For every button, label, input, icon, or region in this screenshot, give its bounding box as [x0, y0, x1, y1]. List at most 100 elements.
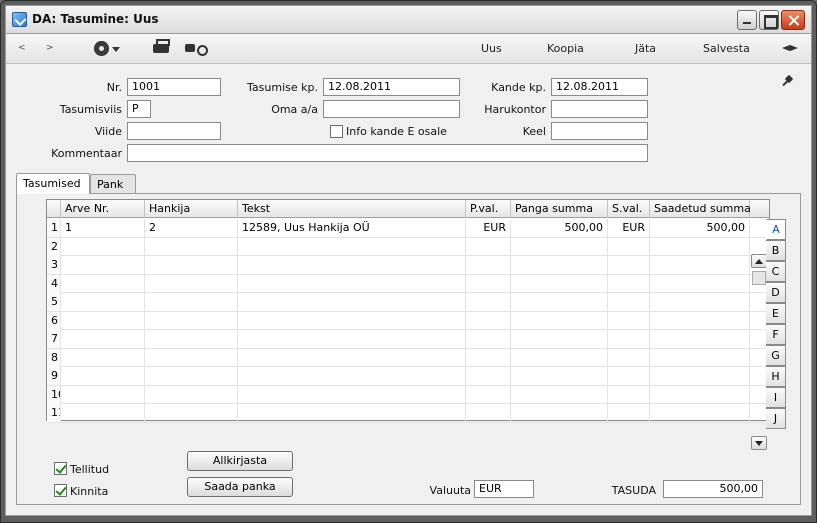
letter-tab-j[interactable]: J — [766, 408, 786, 429]
table-cell[interactable] — [238, 404, 466, 422]
table-cell[interactable] — [650, 237, 750, 256]
table-cell[interactable] — [608, 311, 650, 330]
column-header[interactable]: S.val. — [608, 200, 650, 218]
table-cell[interactable] — [238, 237, 466, 256]
viide-field[interactable] — [127, 122, 221, 140]
harukontor-field[interactable] — [551, 100, 648, 118]
table-cell[interactable] — [61, 330, 145, 348]
table-cell[interactable] — [511, 293, 608, 311]
table-cell[interactable] — [511, 367, 608, 385]
table-cell[interactable]: 2 — [145, 219, 238, 237]
table-cell[interactable] — [466, 256, 511, 274]
table-cell[interactable] — [61, 311, 145, 330]
table-row[interactable]: 6 — [47, 311, 769, 330]
table-cell[interactable] — [61, 274, 145, 293]
table-cell[interactable] — [145, 311, 238, 330]
table-cell[interactable] — [61, 293, 145, 311]
table-cell[interactable] — [608, 367, 650, 385]
close-button[interactable] — [781, 10, 805, 30]
table-cell[interactable] — [608, 348, 650, 367]
print-icon[interactable] — [153, 39, 170, 53]
table-cell[interactable] — [61, 404, 145, 422]
tab-tasumised[interactable]: Tasumised — [16, 173, 90, 194]
tasumise-kp-field[interactable]: 12.08.2011 — [323, 78, 460, 96]
scroll-up-button[interactable] — [751, 254, 767, 268]
table-cell[interactable] — [650, 330, 750, 348]
table-cell[interactable] — [650, 367, 750, 385]
table-cell[interactable] — [145, 404, 238, 422]
letter-tab-f[interactable]: F — [766, 324, 786, 345]
table-cell[interactable] — [511, 404, 608, 422]
column-header[interactable]: P.val. — [466, 200, 511, 218]
table-cell[interactable] — [145, 237, 238, 256]
table-cell[interactable] — [466, 311, 511, 330]
table-row[interactable]: 4 — [47, 274, 769, 293]
valuuta-field[interactable]: EUR — [474, 480, 534, 498]
jata-button[interactable]: Jäta — [635, 42, 656, 55]
table-cell[interactable] — [650, 274, 750, 293]
table-cell[interactable] — [608, 256, 650, 274]
prev-record-button[interactable]: < — [18, 43, 26, 53]
table-row[interactable]: 11 — [47, 404, 769, 423]
table-cell[interactable] — [145, 348, 238, 367]
kande-kp-field[interactable]: 12.08.2011 — [551, 78, 648, 96]
table-cell[interactable] — [238, 348, 466, 367]
tellitud-checkbox[interactable] — [54, 462, 67, 475]
table-cell[interactable] — [61, 385, 145, 404]
table-cell[interactable] — [238, 311, 466, 330]
payments-grid[interactable]: Arve Nr. Hankija Tekst P.val. Panga summ… — [46, 199, 770, 450]
table-cell[interactable] — [466, 367, 511, 385]
table-cell[interactable] — [466, 385, 511, 404]
next-record-button[interactable]: > — [46, 43, 54, 53]
table-cell[interactable] — [466, 348, 511, 367]
table-cell[interactable] — [145, 367, 238, 385]
table-cell[interactable] — [650, 404, 750, 422]
table-row[interactable]: 5 — [47, 293, 769, 312]
kommentaar-field[interactable] — [127, 144, 648, 162]
table-cell[interactable] — [145, 385, 238, 404]
table-cell[interactable] — [511, 256, 608, 274]
table-cell[interactable] — [61, 348, 145, 367]
koopia-button[interactable]: Koopia — [547, 42, 584, 55]
letter-tab-c[interactable]: C — [766, 261, 786, 282]
table-cell[interactable] — [650, 293, 750, 311]
column-header[interactable]: Tekst — [238, 200, 466, 218]
table-row[interactable]: 10 — [47, 385, 769, 404]
table-cell[interactable] — [61, 237, 145, 256]
table-cell[interactable] — [466, 293, 511, 311]
table-cell[interactable] — [238, 293, 466, 311]
table-row[interactable]: 3 — [47, 256, 769, 275]
table-cell[interactable] — [511, 274, 608, 293]
table-cell[interactable] — [238, 385, 466, 404]
column-header[interactable]: Panga summa — [511, 200, 608, 218]
letter-tab-g[interactable]: G — [766, 345, 786, 366]
table-cell[interactable] — [61, 256, 145, 274]
table-cell[interactable] — [238, 256, 466, 274]
table-cell[interactable] — [511, 237, 608, 256]
table-cell[interactable] — [238, 274, 466, 293]
table-cell[interactable]: 1 — [61, 219, 145, 237]
kinnita-checkbox[interactable] — [54, 484, 67, 497]
table-cell[interactable] — [650, 256, 750, 274]
table-cell[interactable] — [238, 367, 466, 385]
print-preview-icon[interactable] — [185, 44, 208, 56]
table-cell[interactable]: EUR — [466, 219, 511, 237]
oma-aa-field[interactable] — [323, 100, 460, 118]
uus-button[interactable]: Uus — [481, 42, 502, 55]
scroll-down-button[interactable] — [751, 436, 767, 450]
table-row[interactable]: 1 1 2 12589, Uus Hankija OÜ EUR 500,00 EUR 500,… — [47, 219, 769, 238]
table-cell[interactable] — [650, 311, 750, 330]
letter-tab-i[interactable]: I — [766, 387, 786, 408]
table-cell[interactable]: EUR — [608, 219, 650, 237]
table-cell[interactable] — [145, 330, 238, 348]
table-cell[interactable] — [466, 404, 511, 422]
info-kande-checkbox[interactable] — [330, 125, 343, 138]
table-cell[interactable] — [511, 385, 608, 404]
letter-tab-a[interactable]: A — [766, 219, 786, 240]
table-cell[interactable] — [238, 330, 466, 348]
table-cell[interactable] — [511, 348, 608, 367]
column-header[interactable]: Arve Nr. — [61, 200, 145, 218]
table-cell[interactable] — [608, 274, 650, 293]
table-cell[interactable] — [511, 311, 608, 330]
gear-icon[interactable] — [94, 41, 109, 56]
